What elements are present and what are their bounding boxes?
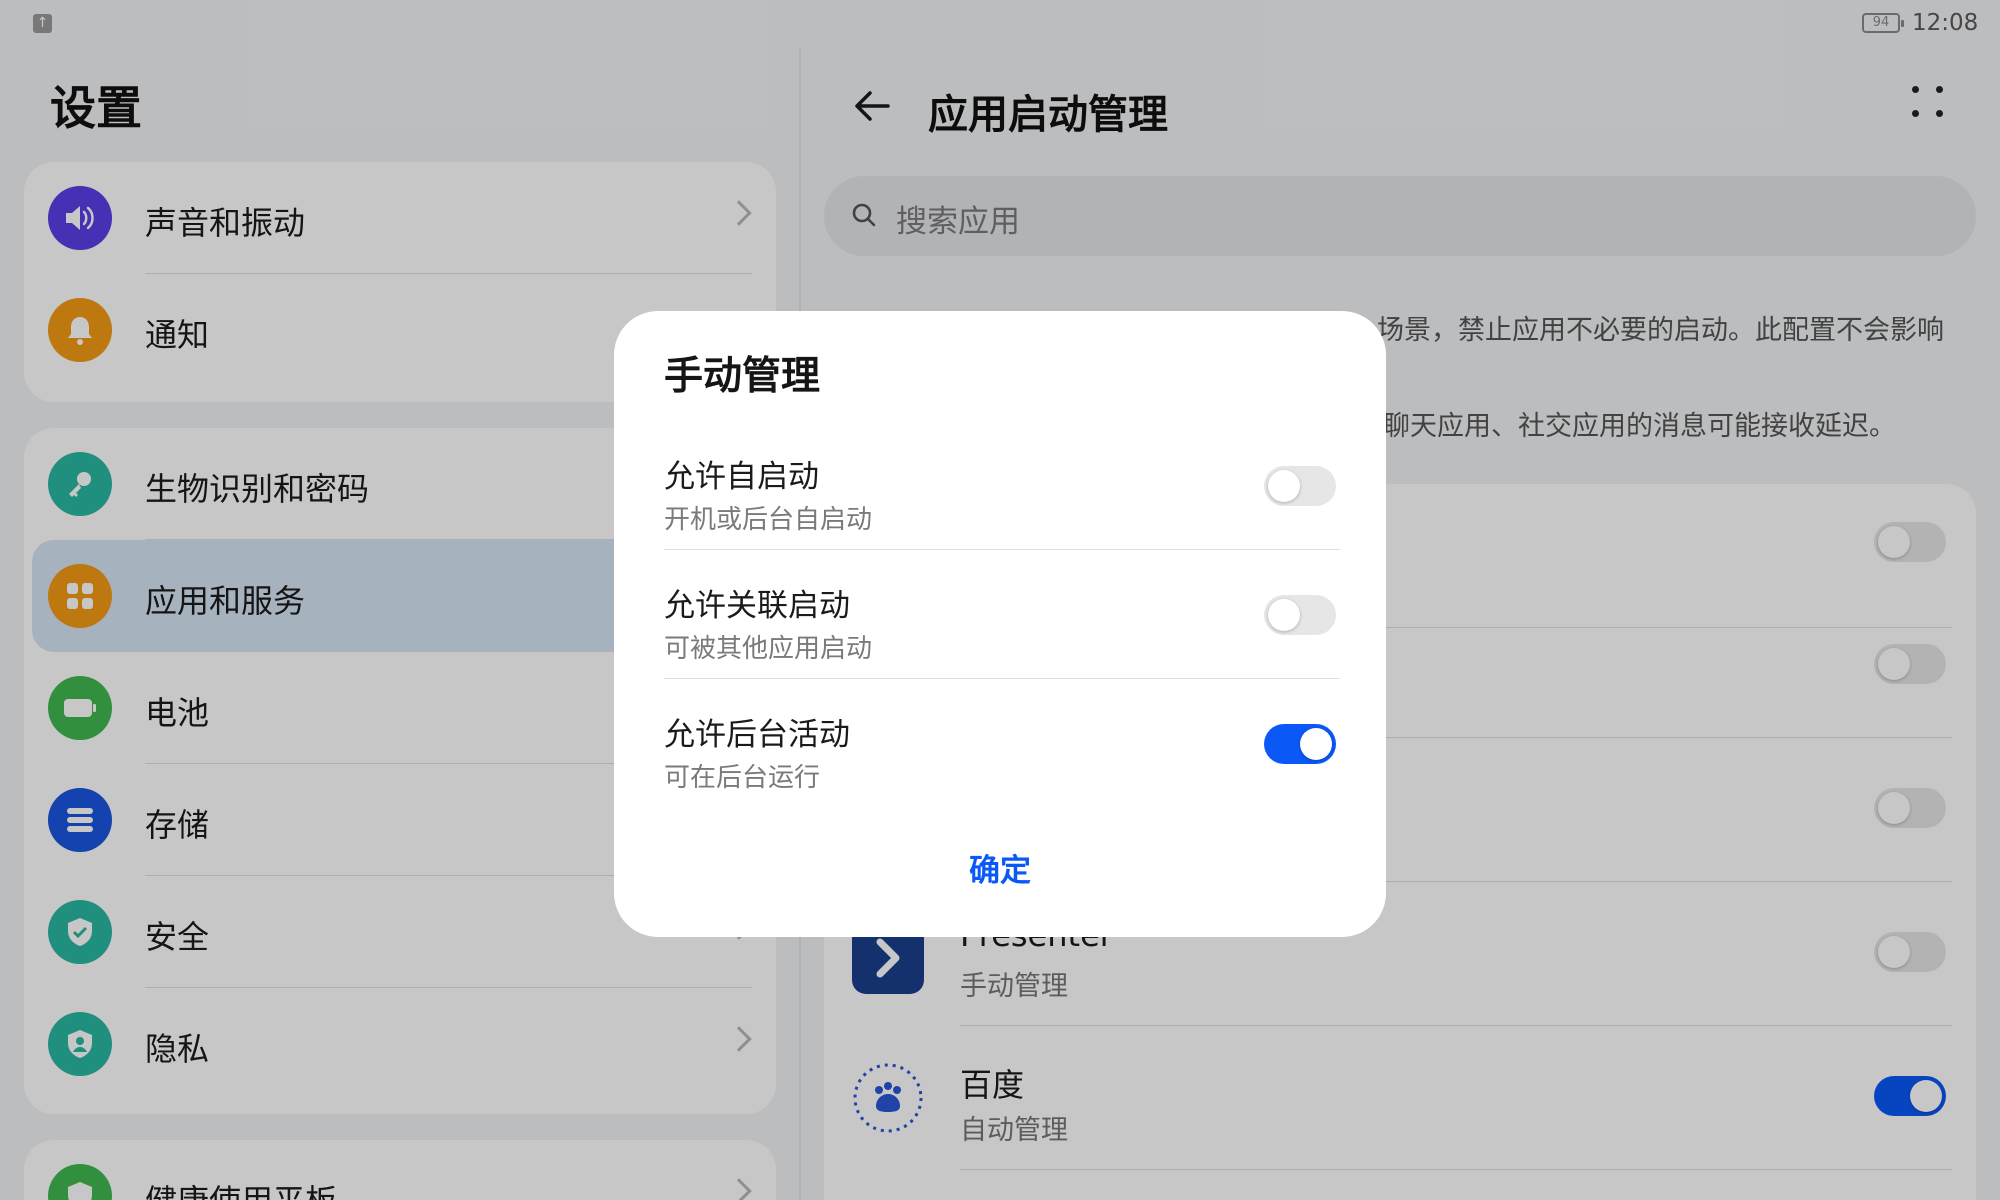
row-sub: 可被其他应用启动 xyxy=(664,634,873,664)
dialog-row-background-activity[interactable]: 允许后台活动 可在后台运行 xyxy=(664,679,1340,808)
row-label: 允许后台活动 xyxy=(664,717,850,753)
dialog-row-auto-start[interactable]: 允许自启动 开机或后台自启动 xyxy=(664,421,1340,550)
row-label: 允许关联启动 xyxy=(664,588,850,624)
confirm-button[interactable]: 确定 xyxy=(614,845,1386,890)
row-label: 允许自启动 xyxy=(664,459,819,495)
row-sub: 可在后台运行 xyxy=(664,763,821,793)
dialog-title: 手动管理 xyxy=(664,354,821,399)
auto-start-toggle[interactable] xyxy=(1264,466,1336,506)
dialog-row-associated-start[interactable]: 允许关联启动 可被其他应用启动 xyxy=(664,550,1340,679)
background-activity-toggle[interactable] xyxy=(1264,724,1336,764)
manual-management-dialog: 手动管理 允许自启动 开机或后台自启动 允许关联启动 可被其他应用启动 允许后台… xyxy=(614,311,1386,937)
row-sub: 开机或后台自启动 xyxy=(664,505,873,535)
associated-start-toggle[interactable] xyxy=(1264,595,1336,635)
